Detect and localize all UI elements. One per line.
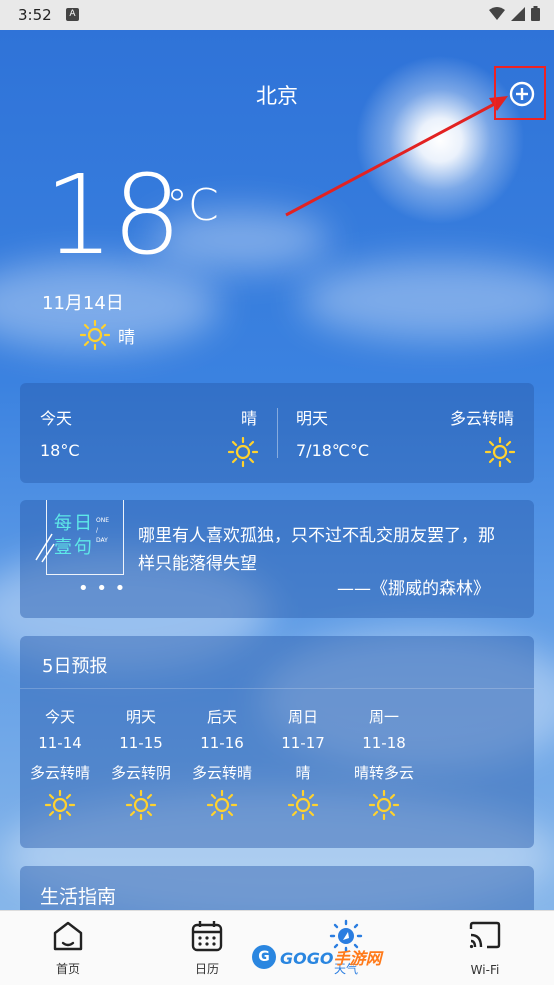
daily-quote-badge-en: ONE / DAY	[96, 516, 109, 546]
forecast-day-icon-wrap	[182, 789, 262, 824]
divider	[277, 408, 278, 458]
today-condition: 晴	[241, 409, 258, 428]
cast-icon	[469, 921, 501, 949]
forecast-day-date: 11-16	[200, 734, 244, 752]
tab-calendar-label: 日历	[194, 962, 219, 976]
forecast-header: 5日预报	[20, 636, 534, 689]
sun-icon	[80, 320, 110, 350]
today-label: 今天	[40, 409, 73, 428]
sun-icon	[287, 789, 319, 821]
daily-quote-source: ——《挪威的森林》	[337, 579, 490, 599]
forecast-day: 明天 11-15 多云转阴	[101, 706, 181, 824]
badge-en-line3: DAY	[96, 537, 108, 544]
today-tomorrow-card: 今天 晴 18°C 明天 多云转晴 7/18℃°C	[20, 383, 534, 483]
watermark-prefix: GOGO	[280, 949, 334, 968]
forecast-day: 今天 11-14 多云转晴	[20, 706, 100, 824]
tab-home[interactable]: 首页	[18, 911, 118, 985]
daily-quote-text: 哪里有人喜欢孤独，只不过不乱交朋友罢了，那样只能落得失望	[138, 526, 495, 574]
badge-en-line2: /	[96, 527, 99, 534]
calendar-icon	[191, 921, 223, 952]
life-guide-title: 生活指南	[40, 886, 117, 908]
forecast-day-date: 11-18	[362, 734, 406, 752]
forecast-day-condition: 晴转多云	[353, 764, 414, 782]
slash-decoration-icon	[35, 533, 55, 563]
forecast-day-date: 11-15	[119, 734, 163, 752]
forecast-day-date: 11-14	[38, 734, 82, 752]
badge-line1: 每日	[54, 513, 94, 534]
forecast-day: 后天 11-16 多云转晴	[182, 706, 262, 824]
forecast-day-icon-wrap	[263, 789, 343, 824]
forecast-day: 周一 11-18 晴转多云	[344, 706, 424, 824]
sun-icon	[485, 437, 515, 467]
forecast-day-icon-wrap	[101, 789, 181, 824]
tomorrow-label: 明天	[296, 409, 329, 428]
sun-icon	[44, 789, 76, 821]
current-condition: 晴	[80, 320, 135, 350]
tab-wifi-label: Wi-Fi	[470, 963, 500, 977]
forecast-day-condition: 多云转晴	[29, 764, 90, 782]
sun-icon	[368, 789, 400, 821]
forecast-day-condition: 晴	[295, 764, 311, 782]
forecast-day-condition: 多云转阴	[110, 764, 171, 782]
watermark-suffix: 手游网	[333, 949, 382, 968]
badge-en-line1: ONE	[96, 517, 110, 524]
tab-wifi[interactable]: Wi-Fi	[435, 911, 535, 985]
temperature-unit: °C	[166, 180, 219, 231]
watermark-text: GOGO手游网	[280, 945, 381, 969]
five-day-forecast-card: 5日预报 今天 11-14 多云转晴 明天 11-15 多云转阴 后天 11-16 多云转晴 周日…	[20, 636, 534, 848]
forecast-day-date: 11-17	[281, 734, 325, 752]
forecast-day-icon-wrap	[344, 789, 424, 824]
tomorrow-temp: 7/18℃°C	[296, 441, 370, 460]
home-icon	[53, 921, 83, 951]
watermark-g-icon: G	[252, 945, 276, 969]
watermark-logo: G GOGO手游网	[252, 942, 381, 972]
tab-home-label: 首页	[55, 962, 80, 976]
daily-quote-card[interactable]: 每日 壹句 ONE / DAY • • • 哪里有人喜欢孤独，只不过不乱交朋友罢…	[20, 500, 534, 618]
add-city-button[interactable]	[494, 66, 546, 120]
daily-quote-badge: 每日 壹句	[54, 512, 94, 560]
today-temp: 18°C	[40, 441, 80, 460]
forecast-day: 周日 11-17 晴	[263, 706, 343, 824]
current-condition-label: 晴	[118, 327, 135, 348]
forecast-day-name: 周一	[368, 708, 399, 726]
tomorrow-condition: 多云转晴	[449, 409, 514, 428]
forecast-day-icon-wrap	[20, 789, 100, 824]
forecast-title: 5日预报	[42, 656, 108, 677]
forecast-day-name: 后天	[206, 708, 237, 726]
badge-line2: 壹句	[54, 537, 94, 558]
sun-icon	[206, 789, 238, 821]
forecast-day-condition: 多云转晴	[191, 764, 252, 782]
daily-quote-dots: • • •	[78, 578, 127, 599]
tab-calendar[interactable]: 日历	[157, 911, 257, 985]
forecast-day-name: 明天	[125, 708, 156, 726]
sun-icon	[125, 789, 157, 821]
current-date: 11月14日	[42, 293, 124, 314]
sun-icon	[228, 437, 258, 467]
plus-circle-icon	[509, 81, 535, 107]
forecast-day-name: 周日	[287, 708, 318, 726]
current-temperature: 18	[44, 151, 182, 279]
forecast-day-name: 今天	[44, 708, 75, 726]
